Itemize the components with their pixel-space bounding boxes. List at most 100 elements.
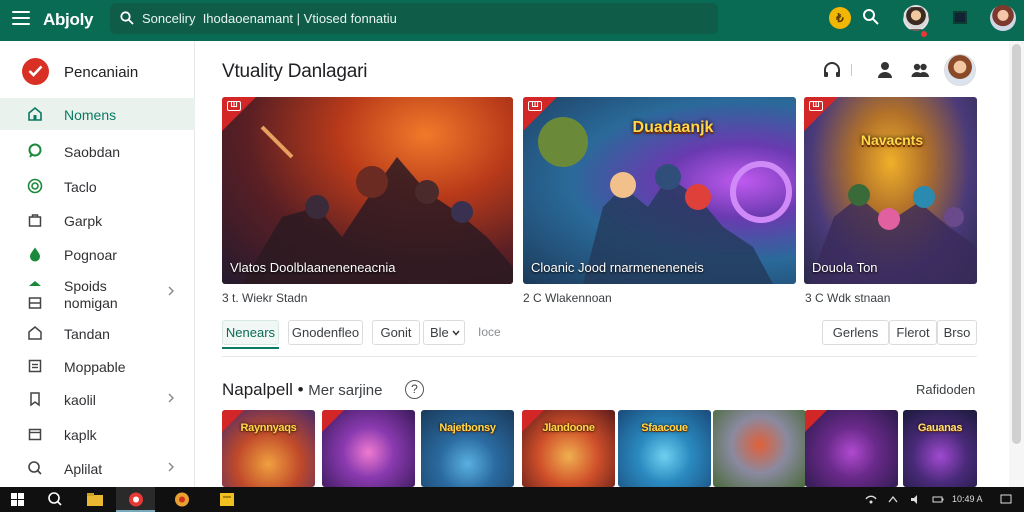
sidebar-item-house[interactable]: Tandan	[0, 317, 195, 349]
person-icon[interactable]	[875, 60, 895, 80]
sidebar-item-list[interactable]: Moppable	[0, 350, 195, 382]
sidebar-item-label: kaolil	[64, 392, 96, 408]
sidebar-item-home[interactable]: Nomens	[0, 98, 195, 130]
notes-icon[interactable]	[217, 490, 237, 509]
filter-chip[interactable]: Gnodenfleo	[288, 320, 363, 345]
video-badge	[222, 410, 244, 432]
os-taskbar: 10:49 A	[0, 487, 1024, 512]
browser-icon[interactable]	[126, 490, 146, 509]
sidebar-item-label: Moppable	[64, 359, 126, 375]
game-thumbnail[interactable]: Jlandoone	[522, 410, 615, 487]
filter-dropdown[interactable]: Ble	[423, 320, 465, 345]
video-badge-label: Ш	[227, 101, 241, 111]
list-icon	[28, 359, 42, 373]
featured-card[interactable]: Ш Vlatos Doolblaaneneneacnia	[222, 97, 513, 284]
sidebar-item-bookmark[interactable]: kaolil	[0, 383, 195, 415]
sidebar-item-label: Spoids nomigan	[64, 278, 118, 311]
file-explorer-icon[interactable]	[85, 490, 105, 509]
search-icon	[120, 11, 134, 25]
sort-chip[interactable]: Flerot	[889, 320, 937, 345]
sidebar-item-label: kaplk	[64, 427, 97, 443]
sidebar-item-bag[interactable]: Garpk	[0, 204, 195, 236]
game-thumbnail[interactable]: Najetbonsy	[421, 410, 514, 487]
headset-icon[interactable]	[822, 60, 842, 80]
sidebar-item-search[interactable]: Aplilat	[0, 452, 195, 484]
section-divider	[222, 356, 977, 357]
chevron-up-icon[interactable]	[887, 494, 899, 505]
game-thumbnail[interactable]	[322, 410, 415, 487]
featured-artwork	[242, 125, 513, 284]
brand-label: Pencaniain	[64, 64, 139, 81]
chevron-right-icon[interactable]	[166, 393, 176, 403]
account-avatar[interactable]	[944, 54, 976, 86]
sidebar-item-drop[interactable]: Pognoar	[0, 238, 195, 270]
user-avatar[interactable]	[903, 5, 929, 31]
search-icon[interactable]	[45, 490, 65, 509]
chevron-right-icon[interactable]	[166, 462, 176, 472]
stack-icon	[29, 281, 41, 286]
profile-avatar[interactable]	[990, 5, 1016, 31]
sort-chip[interactable]: Brso	[937, 320, 977, 345]
game-thumbnail[interactable]	[713, 410, 806, 487]
group-icon[interactable]	[910, 60, 930, 80]
top-app-bar: Abjoly ₺	[0, 0, 1024, 41]
game-thumbnail[interactable]: Gauanas	[903, 410, 977, 487]
sidebar-item-calendar[interactable]: kaplk	[0, 418, 195, 450]
featured-title: Douola Ton	[812, 260, 878, 275]
sidebar-item-label: Saobdan	[64, 144, 121, 160]
header-divider	[851, 64, 852, 76]
notifications-icon[interactable]	[1000, 494, 1012, 505]
chevron-right-icon[interactable]	[166, 286, 176, 296]
clock-text[interactable]: 10:49 A	[952, 494, 983, 504]
sort-chip[interactable]: Gerlens	[822, 320, 889, 345]
featured-title: Vlatos Doolblaaneneneacnia	[230, 260, 396, 275]
see-all-link[interactable]: Rafidoden	[916, 382, 975, 397]
window-icon[interactable]	[953, 11, 967, 24]
sidebar-brand[interactable]: Pencaniain	[0, 55, 195, 89]
featured-game-logo: Navacnts	[860, 132, 924, 148]
app-title: Abjoly	[43, 10, 94, 29]
game-thumbnail[interactable]: Sfaacoue	[618, 410, 711, 487]
thumbnail-title: Sfaacoue	[641, 422, 688, 434]
chrome-icon[interactable]	[172, 490, 192, 509]
sidebar-item-chat[interactable]: Saobdan	[0, 135, 195, 167]
search-input[interactable]	[142, 8, 702, 29]
section-title: Napalpell • Mer sarjine	[222, 380, 382, 400]
featured-card[interactable]: Duadaanjk Ш Cloanic Jood rnarmeneneneis	[523, 97, 796, 284]
sidebar-item-label: Pognoar	[64, 247, 117, 263]
filter-dropdown-label: Ble	[430, 325, 449, 340]
video-badge-label: Ш	[528, 101, 542, 111]
sidebar-item-label: Aplilat	[64, 461, 103, 477]
search-bar[interactable]	[110, 3, 718, 34]
scrollbar-thumb[interactable]	[1012, 44, 1021, 444]
tray-icon	[28, 297, 42, 309]
chat-icon	[28, 143, 42, 158]
filter-chip[interactable]: Gonit	[372, 320, 420, 345]
game-thumbnail[interactable]: Raynnyaqs	[222, 410, 315, 487]
search-icon[interactable]	[862, 8, 880, 26]
notification-dot	[921, 31, 927, 37]
filter-text[interactable]: Ioce	[478, 325, 501, 339]
video-badge	[322, 410, 344, 432]
video-badge	[522, 410, 544, 432]
filter-chip-active[interactable]: Nenears	[222, 320, 279, 345]
section-title-text: Napalpell •	[222, 380, 304, 399]
game-thumbnail[interactable]	[805, 410, 898, 487]
section-subtitle: Mer sarjine	[308, 382, 383, 399]
featured-card[interactable]: Navacnts Ш Douola Ton	[804, 97, 977, 284]
chevron-down-icon	[452, 330, 460, 336]
coin-icon[interactable]: ₺	[829, 7, 851, 29]
featured-subtitle: 2 C Wlakennoan	[523, 291, 612, 305]
sidebar-item-target[interactable]: Taclo	[0, 170, 195, 202]
thumbnail-title: Gauanas	[917, 422, 963, 434]
sidebar-item-label: Nomens	[64, 107, 117, 123]
help-icon[interactable]: ?	[405, 380, 424, 399]
battery-icon[interactable]	[932, 494, 944, 505]
menu-icon[interactable]	[12, 11, 30, 25]
volume-icon[interactable]	[910, 494, 922, 505]
thumbnail-title: Najetbonsy	[439, 422, 496, 434]
drop-icon	[30, 247, 40, 262]
windows-start-icon[interactable]	[8, 490, 28, 509]
network-icon[interactable]	[865, 494, 877, 505]
sidebar-item-stack[interactable]: Spoids nomigan	[0, 276, 195, 312]
